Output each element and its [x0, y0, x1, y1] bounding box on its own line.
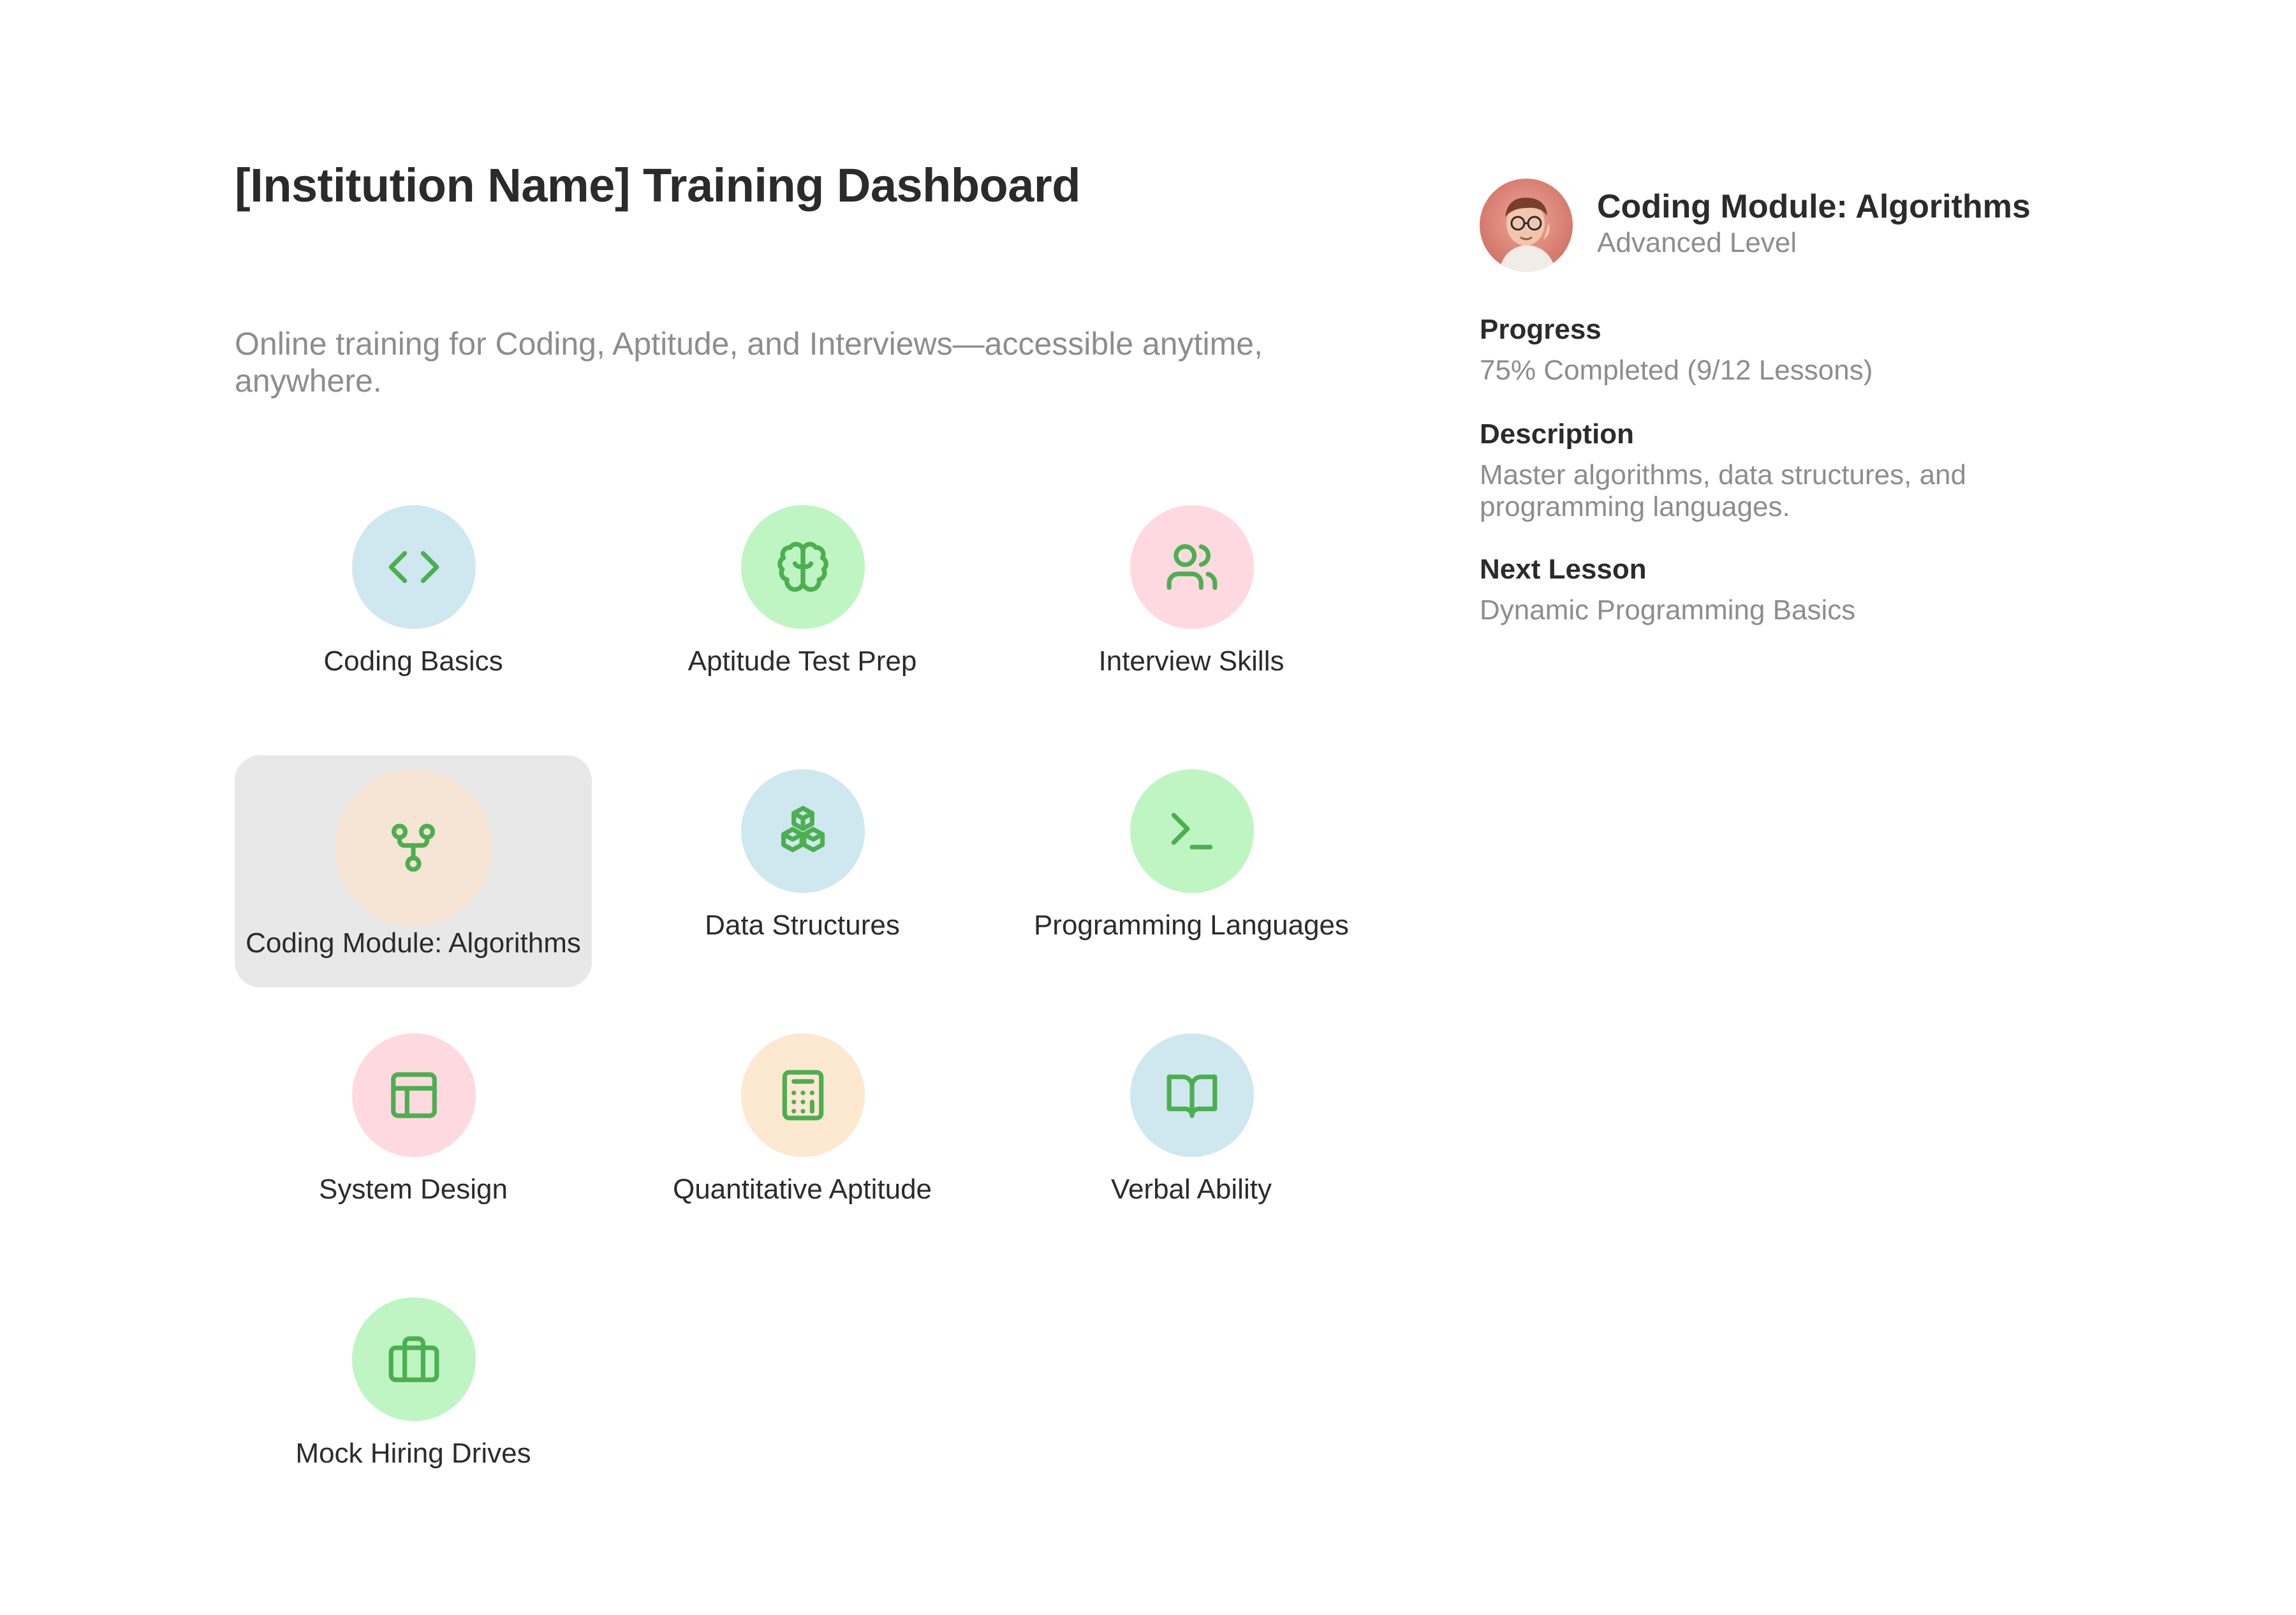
detail-title: Coding Module: Algorithms — [1597, 188, 2031, 225]
calculator-icon — [776, 1068, 830, 1123]
module-tile[interactable]: Coding Module: Algorithms — [235, 755, 592, 987]
module-icon-circle — [1130, 769, 1254, 893]
module-label: Verbal Ability — [1111, 1174, 1272, 1205]
next-lesson-section: Next Lesson Dynamic Programming Basics — [1480, 554, 2117, 626]
module-label: Coding Basics — [323, 645, 503, 677]
module-tile[interactable]: System Design — [235, 1033, 592, 1265]
description-text: Master algorithms, data structures, and … — [1480, 459, 1966, 522]
next-lesson-heading: Next Lesson — [1480, 554, 1647, 585]
module-tile[interactable]: Mock Hiring Drives — [235, 1297, 592, 1530]
module-label: Mock Hiring Drives — [295, 1438, 531, 1469]
module-icon-circle — [335, 769, 492, 926]
module-icon-circle — [741, 769, 865, 893]
module-label: Data Structures — [705, 910, 900, 941]
avatar — [1480, 179, 1573, 272]
boxes-icon — [776, 804, 830, 859]
module-label: Quantitative Aptitude — [672, 1174, 932, 1205]
module-label: Aptitude Test Prep — [688, 645, 917, 677]
description-section: Description Master algorithms, data stru… — [1480, 418, 2117, 523]
module-label: Interview Skills — [1098, 645, 1284, 677]
detail-level: Advanced Level — [1597, 227, 1797, 258]
module-tile[interactable]: Verbal Ability — [1013, 1033, 1370, 1265]
git-fork-icon — [386, 820, 441, 875]
module-tile[interactable]: Interview Skills — [1013, 505, 1370, 737]
progress-section: Progress 75% Completed (9/12 Lessons) — [1480, 314, 2117, 387]
module-tile[interactable]: Programming Languages — [1013, 769, 1370, 1001]
module-icon-circle — [741, 505, 865, 629]
users-icon — [1165, 540, 1219, 594]
module-icon-circle — [352, 1297, 476, 1421]
progress-text: 75% Completed (9/12 Lessons) — [1480, 355, 1873, 386]
module-icon-circle — [352, 1033, 476, 1157]
book-open-icon — [1165, 1068, 1219, 1123]
module-label: Programming Languages — [1033, 910, 1350, 941]
module-tile[interactable]: Aptitude Test Prep — [624, 505, 981, 737]
briefcase-icon — [386, 1332, 441, 1387]
module-label: Coding Module: Algorithms — [246, 927, 581, 959]
module-icon-circle — [1130, 1033, 1254, 1157]
brain-icon — [776, 540, 830, 594]
module-label: System Design — [319, 1174, 508, 1205]
page-title: [Institution Name] Training Dashboard — [235, 159, 1080, 212]
module-tile[interactable]: Quantitative Aptitude — [624, 1033, 981, 1265]
module-icon-circle — [741, 1033, 865, 1157]
page-subtitle: Online training for Coding, Aptitude, an… — [235, 326, 1263, 399]
module-tile[interactable]: Coding Basics — [235, 505, 592, 737]
module-icon-circle — [1130, 505, 1254, 629]
code-icon — [386, 540, 441, 594]
description-heading: Description — [1480, 418, 1635, 450]
layout-icon — [386, 1068, 441, 1123]
terminal-icon — [1165, 804, 1219, 859]
progress-heading: Progress — [1480, 314, 1601, 345]
module-tile[interactable]: Data Structures — [624, 769, 981, 1001]
next-lesson-text: Dynamic Programming Basics — [1480, 594, 1856, 626]
module-icon-circle — [352, 505, 476, 629]
